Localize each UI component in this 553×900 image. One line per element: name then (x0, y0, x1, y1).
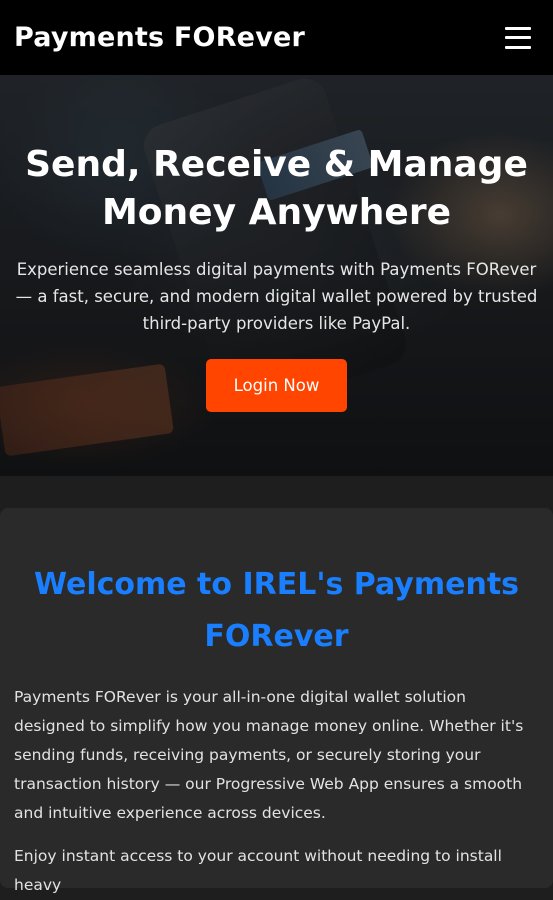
hero-title: Send, Receive & Manage Money Anywhere (25, 144, 528, 233)
welcome-paragraph: Payments FORever is your all-in-one digi… (14, 688, 524, 822)
hamburger-line (505, 45, 531, 49)
welcome-section: Welcome to IREL's Payments FORever Payme… (0, 508, 553, 894)
welcome-title: Welcome to IREL's Payments FORever (33, 567, 520, 654)
hamburger-line (505, 36, 531, 39)
brand-title[interactable]: Payments FORever (14, 22, 305, 53)
hero-section: Send, Receive & Manage Money Anywhere Ex… (0, 75, 553, 476)
hamburger-line (505, 26, 531, 30)
welcome-paragraph: Enjoy instant access to your account wit… (14, 847, 502, 894)
hamburger-menu-icon[interactable] (505, 26, 531, 49)
login-now-button[interactable]: Login Now (206, 359, 347, 412)
hero-subtitle: Experience seamless digital payments wit… (15, 260, 538, 333)
top-navbar: Payments FORever (0, 0, 553, 75)
